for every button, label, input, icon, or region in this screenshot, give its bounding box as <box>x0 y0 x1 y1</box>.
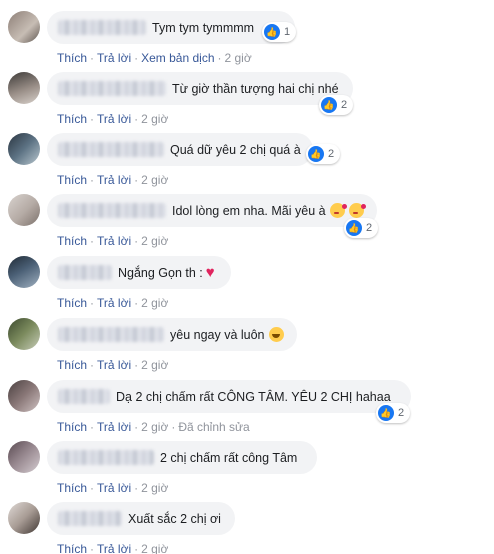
like-link[interactable]: Thích <box>57 420 87 434</box>
timestamp[interactable]: 2 giờ <box>225 51 252 65</box>
timestamp[interactable]: 2 giờ <box>141 296 168 310</box>
avatar[interactable] <box>8 256 40 288</box>
comment-text: Dạ 2 chị chấm rất CÔNG TÂM. YÊU 2 CHỊ ha… <box>116 389 391 404</box>
blurred-author-name[interactable] <box>58 203 166 218</box>
comment-item: Quá dữ yêu 2 chị quá à 👍 2 Thích · Trả lời… <box>0 133 494 195</box>
comment-item: Từ giờ thần tượng hai chị nhé 👍 2 Thích ·… <box>0 72 494 134</box>
avatar[interactable] <box>8 72 40 104</box>
like-link[interactable]: Thích <box>57 112 87 126</box>
comment-actions: Thích · Trả lời · 2 giờ <box>57 296 169 310</box>
comment-bubble: Từ giờ thần tượng hai chị nhé <box>47 72 353 105</box>
blurred-author-name[interactable] <box>58 450 154 465</box>
timestamp[interactable]: 2 giờ <box>141 234 168 248</box>
comment-item: Idol lòng em nha. Mãi yêu à 👍 2 Thích · Tr… <box>0 194 494 256</box>
timestamp[interactable]: 2 giờ <box>141 481 168 495</box>
comment-actions: Thích · Trả lời · Xem bản dịch · 2 giờ <box>57 51 252 65</box>
comment-item: Ngắng Gọn th : ♥ Thích · Trả lời · 2 giờ <box>0 256 494 318</box>
reaction-count[interactable]: 👍 2 <box>319 95 354 115</box>
comment-actions: Thích · Trả lời · 2 giờ <box>57 173 169 187</box>
comment-bubble: Quá dữ yêu 2 chị quá à <box>47 133 313 166</box>
comment-text: Tym tym tymmmm <box>152 20 255 35</box>
reaction-count[interactable]: 👍 2 <box>376 403 411 423</box>
like-link[interactable]: Thích <box>57 542 87 554</box>
reply-link[interactable]: Trả lời <box>97 112 131 126</box>
reply-link[interactable]: Trả lời <box>97 296 131 310</box>
like-icon: 👍 <box>321 97 337 113</box>
reply-link[interactable]: Trả lời <box>97 420 131 434</box>
comment-item: Xuất sắc 2 chị ơi Thích · Trả lời · 2 giờ <box>0 502 494 554</box>
timestamp[interactable]: 2 giờ <box>141 420 168 434</box>
comment-bubble: Xuất sắc 2 chị ơi <box>47 502 235 535</box>
like-icon: 👍 <box>378 405 394 421</box>
reaction-count[interactable]: 👍 2 <box>306 144 341 164</box>
like-link[interactable]: Thích <box>57 234 87 248</box>
like-icon: 👍 <box>264 24 280 40</box>
blurred-author-name[interactable] <box>58 327 164 342</box>
comment-bubble: yêu ngay và luôn <box>47 318 297 351</box>
blurred-author-name[interactable] <box>58 389 110 404</box>
reply-link[interactable]: Trả lời <box>97 51 131 65</box>
comment-item: Dạ 2 chị chấm rất CÔNG TÂM. YÊU 2 CHỊ ha… <box>0 380 494 442</box>
blurred-author-name[interactable] <box>58 142 164 157</box>
comment-bubble: Dạ 2 chị chấm rất CÔNG TÂM. YÊU 2 CHỊ ha… <box>47 380 411 413</box>
reply-link[interactable]: Trả lời <box>97 234 131 248</box>
comment-actions: Thích · Trả lời · 2 giờ <box>57 112 169 126</box>
comment-bubble: Tym tym tymmmm <box>47 11 295 44</box>
reaction-count[interactable]: 👍 2 <box>344 218 379 238</box>
comment-actions: Thích · Trả lời · 2 giờ <box>57 542 169 554</box>
reply-link[interactable]: Trả lời <box>97 542 131 554</box>
timestamp[interactable]: 2 giờ <box>141 358 168 372</box>
like-link[interactable]: Thích <box>57 51 87 65</box>
avatar[interactable] <box>8 133 40 165</box>
like-icon: 👍 <box>346 220 362 236</box>
comment-text: Quá dữ yêu 2 chị quá à <box>170 142 301 157</box>
comment-item: Tym tym tymmmm 👍 1 Thích · Trả lời · Xem bản… <box>0 11 494 73</box>
reply-link[interactable]: Trả lời <box>97 358 131 372</box>
like-link[interactable]: Thích <box>57 358 87 372</box>
kissing-face-icon <box>348 203 366 218</box>
reaction-count[interactable]: 👍 1 <box>262 22 297 42</box>
comment-text: Từ giờ thần tượng hai chị nhé <box>172 81 339 96</box>
reply-link[interactable]: Trả lời <box>97 481 131 495</box>
translate-link[interactable]: Xem bản dịch <box>141 51 214 65</box>
comment-item: 2 chị chấm rất công Tâm Thích · Trả lời · 2 … <box>0 441 494 503</box>
comment-bubble: 2 chị chấm rất công Tâm <box>47 441 317 474</box>
like-link[interactable]: Thích <box>57 481 87 495</box>
blurred-author-name[interactable] <box>58 20 146 35</box>
reply-link[interactable]: Trả lời <box>97 173 131 187</box>
heart-icon: ♥ <box>205 264 215 281</box>
comment-text: Ngắng Gọn th : <box>118 265 203 280</box>
blurred-author-name[interactable] <box>58 511 122 526</box>
avatar[interactable] <box>8 194 40 226</box>
comment-bubble: Idol lòng em nha. Mãi yêu à <box>47 194 377 227</box>
edited-label[interactable]: Đã chỉnh sửa <box>178 420 249 434</box>
like-link[interactable]: Thích <box>57 296 87 310</box>
comment-text: Xuất sắc 2 chị ơi <box>128 511 221 526</box>
like-link[interactable]: Thích <box>57 173 87 187</box>
comment-actions: Thích · Trả lời · 2 giờ <box>57 358 169 372</box>
kissing-face-icon <box>329 203 347 218</box>
avatar[interactable] <box>8 441 40 473</box>
comment-actions: Thích · Trả lời · 2 giờ <box>57 234 169 248</box>
comment-actions: Thích · Trả lời · 2 giờ · Đã chỉnh sửa <box>57 420 250 434</box>
avatar[interactable] <box>8 11 40 43</box>
comment-text: Idol lòng em nha. Mãi yêu à <box>172 203 326 218</box>
timestamp[interactable]: 2 giờ <box>141 173 168 187</box>
comment-text: 2 chị chấm rất công Tâm <box>160 450 298 465</box>
timestamp[interactable]: 2 giờ <box>141 542 168 554</box>
comment-item: yêu ngay và luôn Thích · Trả lời · 2 giờ <box>0 318 494 380</box>
timestamp[interactable]: 2 giờ <box>141 112 168 126</box>
avatar[interactable] <box>8 380 40 412</box>
blurred-author-name[interactable] <box>58 265 112 280</box>
comment-text: yêu ngay và luôn <box>170 327 265 342</box>
avatar[interactable] <box>8 318 40 350</box>
comment-bubble: Ngắng Gọn th : ♥ <box>47 256 231 289</box>
blurred-author-name[interactable] <box>58 81 166 96</box>
avatar[interactable] <box>8 502 40 534</box>
comment-actions: Thích · Trả lời · 2 giờ <box>57 481 169 495</box>
grinning-face-icon <box>268 327 284 342</box>
like-icon: 👍 <box>308 146 324 162</box>
